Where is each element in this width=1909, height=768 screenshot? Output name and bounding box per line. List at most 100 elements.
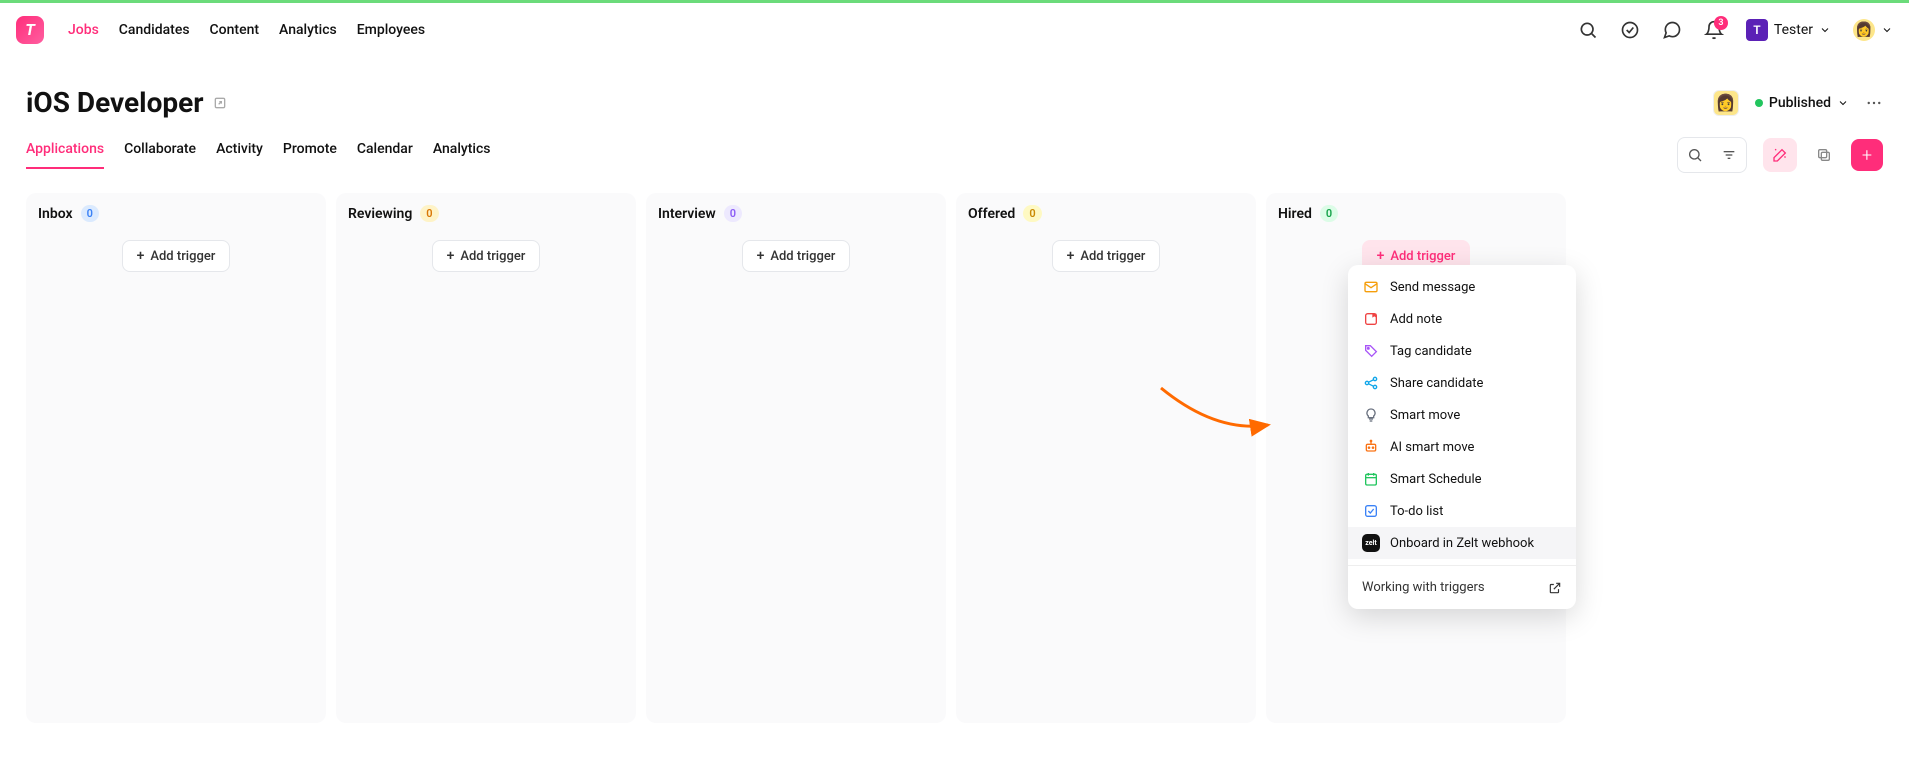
column-name: Inbox (38, 206, 73, 222)
board-tools: + (1677, 137, 1883, 173)
tab-promote[interactable]: Promote (283, 141, 337, 169)
nav-item-analytics[interactable]: Analytics (279, 22, 337, 38)
column-name: Interview (658, 206, 716, 222)
dropdown-item-label: Smart move (1390, 408, 1460, 423)
dropdown-item-tag-candidate[interactable]: Tag candidate (1348, 335, 1576, 367)
user-profile[interactable]: 👩 (1853, 19, 1893, 41)
topbar: T Jobs Candidates Content Analytics Employee… (0, 0, 1909, 56)
external-link-icon (1548, 581, 1562, 595)
add-trigger-button[interactable]: +Add trigger (742, 240, 851, 272)
dropdown-item-smart-schedule[interactable]: Smart Schedule (1348, 463, 1576, 495)
note-icon (1362, 310, 1380, 328)
topbar-left: T Jobs Candidates Content Analytics Employee… (16, 16, 425, 44)
add-trigger-button[interactable]: + Add trigger (432, 240, 541, 272)
add-trigger-label: Add trigger (150, 249, 215, 264)
add-trigger-label: Add trigger (1080, 249, 1145, 264)
dropdown-item-to-do-list[interactable]: To-do list (1348, 495, 1576, 527)
dropdown-item-label: AI smart move (1390, 440, 1474, 455)
chat-icon[interactable] (1662, 20, 1682, 40)
trigger-dropdown: Send message Add note Tag candidate Share c… (1348, 265, 1576, 609)
tab-applications[interactable]: Applications (26, 141, 104, 169)
magic-wand-icon[interactable] (1763, 138, 1797, 172)
tab-collaborate[interactable]: Collaborate (124, 141, 196, 169)
status-label: Published (1769, 95, 1831, 111)
add-trigger-label: Add trigger (1390, 249, 1455, 264)
column-count: 0 (1023, 205, 1041, 222)
column-inbox: Inbox0 + Add trigger (26, 193, 326, 723)
add-trigger-label: Add trigger (460, 249, 525, 264)
nav-item-candidates[interactable]: Candidates (119, 22, 190, 38)
chevron-down-icon (1837, 97, 1849, 109)
tab-calendar[interactable]: Calendar (357, 141, 413, 169)
chevron-down-icon (1819, 24, 1831, 36)
dropdown-item-ai-smart-move[interactable]: AI smart move (1348, 431, 1576, 463)
notification-badge: 3 (1714, 16, 1728, 30)
zelt-icon: zelt (1362, 534, 1380, 552)
plus-icon: + (1377, 248, 1385, 264)
dropdown-footer-label: Working with triggers (1362, 580, 1485, 595)
column-interview: Interview0+Add trigger (646, 193, 946, 723)
search-icon[interactable] (1578, 20, 1598, 40)
dropdown-item-label: Share candidate (1390, 376, 1483, 391)
add-button[interactable]: + (1851, 139, 1883, 171)
account-avatar: T (1746, 19, 1768, 41)
status-dot (1755, 99, 1763, 107)
open-external-icon[interactable] (1807, 138, 1841, 172)
dropdown-item-send-message[interactable]: Send message (1348, 271, 1576, 303)
page-header: iOS Developer 👩 Published (0, 56, 1909, 119)
page-title: iOS Developer (26, 86, 204, 119)
add-trigger-button[interactable]: + Add trigger (1052, 240, 1161, 272)
plus-icon: + (1067, 248, 1075, 264)
more-button[interactable] (1865, 94, 1883, 112)
tabs-row: Applications Collaborate Activity Promote Ca… (0, 119, 1909, 173)
add-trigger-label: Add trigger (770, 249, 835, 264)
main-nav: Jobs Candidates Content Analytics Employees (68, 22, 425, 38)
calendar-icon (1362, 470, 1380, 488)
dropdown-item-label: Send message (1390, 280, 1475, 295)
tool-group (1677, 137, 1747, 173)
column-reviewing: Reviewing0 + Add trigger (336, 193, 636, 723)
topbar-right: 3 T Tester 👩 (1578, 19, 1893, 41)
dropdown-item-add-note[interactable]: Add note (1348, 303, 1576, 335)
page-title-wrap: iOS Developer (26, 86, 228, 119)
app-logo[interactable]: T (16, 16, 44, 44)
column-offered: Offered 0 + Add trigger (956, 193, 1256, 723)
page-tabs: Applications Collaborate Activity Promote Ca… (26, 141, 490, 169)
dropdown-item-smart-move[interactable]: Smart move (1348, 399, 1576, 431)
kanban-board: Inbox0+Add triggerReviewing0+Add trigger… (0, 173, 1909, 743)
dropdown-item-label: Tag candidate (1390, 344, 1472, 359)
column-header: Reviewing0 (348, 205, 624, 222)
dropdown-item-onboard-in-zelt-webhook[interactable]: zeltOnboard in Zelt webhook (1348, 527, 1576, 559)
plus-icon: + (447, 248, 455, 264)
dropdown-item-share-candidate[interactable]: Share candidate (1348, 367, 1576, 399)
nav-item-content[interactable]: Content (210, 22, 260, 38)
account-switcher[interactable]: T Tester (1746, 19, 1831, 41)
add-trigger-button[interactable]: + Add trigger (122, 240, 231, 272)
external-link-icon[interactable] (212, 95, 228, 111)
notifications-icon[interactable]: 3 (1704, 20, 1724, 40)
tab-activity[interactable]: Activity (216, 141, 263, 169)
board-search-icon[interactable] (1678, 138, 1712, 172)
tab-analytics[interactable]: Analytics (433, 141, 491, 169)
column-header: Inbox0 (38, 205, 314, 222)
column-header: Hired0 (1278, 205, 1554, 222)
plus-icon: + (137, 248, 145, 264)
approve-icon[interactable] (1620, 20, 1640, 40)
dropdown-item-label: Add note (1390, 312, 1442, 327)
nav-item-jobs[interactable]: Jobs (68, 22, 99, 38)
nav-item-employees[interactable]: Employees (357, 22, 425, 38)
mail-icon (1362, 278, 1380, 296)
robot-icon (1362, 438, 1380, 456)
tag-icon (1362, 342, 1380, 360)
dropdown-item-label: To-do list (1390, 504, 1443, 519)
check-icon (1362, 502, 1380, 520)
dropdown-item-label: Smart Schedule (1390, 472, 1482, 487)
filter-icon[interactable] (1712, 138, 1746, 172)
column-name: Offered (968, 206, 1015, 222)
status-chip[interactable]: Published (1755, 95, 1849, 111)
dropdown-footer-link[interactable]: Working with triggers (1348, 572, 1576, 603)
column-count: 0 (1320, 205, 1338, 222)
account-name: Tester (1774, 22, 1813, 38)
owner-avatar[interactable]: 👩 (1713, 90, 1739, 116)
column-count: 0 (420, 205, 438, 222)
